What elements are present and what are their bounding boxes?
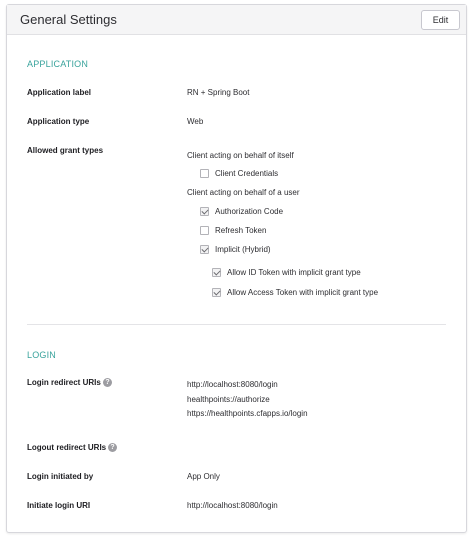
allow-id-token-option[interactable]: Allow ID Token with implicit grant type xyxy=(212,266,361,278)
client-credentials-checkbox[interactable] xyxy=(200,168,209,178)
redirect-uri-2: healthpoints://authorize xyxy=(187,395,270,404)
allow-id-token-label: Allow ID Token with implicit grant type xyxy=(227,267,361,277)
application-section-title: APPLICATION xyxy=(27,59,89,69)
section-divider xyxy=(27,324,446,325)
group-user-label: Client acting on behalf of a user xyxy=(187,188,300,197)
client-credentials-option[interactable]: Client Credentials xyxy=(200,167,278,179)
authorization-code-checkbox[interactable] xyxy=(200,206,209,216)
login-section-title: LOGIN xyxy=(27,350,57,360)
allow-access-token-checkbox[interactable] xyxy=(212,287,221,297)
allow-access-token-label: Allow Access Token with implicit grant t… xyxy=(227,287,379,297)
implicit-hybrid-option[interactable]: Implicit (Hybrid) xyxy=(200,243,271,255)
application-type-value: Web xyxy=(187,117,204,126)
initiate-login-uri-value: http://localhost:8080/login xyxy=(187,501,278,510)
client-credentials-label: Client Credentials xyxy=(215,168,279,178)
login-initiated-by-label: Login initiated by xyxy=(27,472,94,481)
login-redirect-uris-label: Login redirect URIs xyxy=(27,378,101,387)
redirect-uri-1: http://localhost:8080/login xyxy=(187,380,278,389)
redirect-uri-3: https://healthpoints.cfapps.io/login xyxy=(187,409,308,418)
general-settings-panel: General Settings Edit APPLICATION Applic… xyxy=(6,4,467,533)
allow-id-token-checkbox[interactable] xyxy=(212,267,221,277)
authorization-code-option[interactable]: Authorization Code xyxy=(200,205,283,217)
refresh-token-option[interactable]: Refresh Token xyxy=(200,224,266,236)
allow-access-token-option[interactable]: Allow Access Token with implicit grant t… xyxy=(212,286,378,298)
logout-redirect-help-icon[interactable]: ? xyxy=(108,443,117,452)
refresh-token-label: Refresh Token xyxy=(215,225,267,235)
logout-redirect-uris-label: Logout redirect URIs xyxy=(27,443,107,452)
implicit-hybrid-checkbox[interactable] xyxy=(200,244,209,254)
login-initiated-by-value: App Only xyxy=(187,472,220,481)
authorization-code-label: Authorization Code xyxy=(215,206,284,216)
application-label-label: Application label xyxy=(27,88,92,97)
initiate-login-uri-label: Initiate login URI xyxy=(27,501,91,510)
allowed-grant-types-label: Allowed grant types xyxy=(27,146,104,155)
application-type-label: Application type xyxy=(27,117,90,126)
edit-button[interactable]: Edit xyxy=(421,10,460,30)
panel-title: General Settings xyxy=(20,12,117,27)
login-redirect-help-icon[interactable]: ? xyxy=(103,378,112,387)
group-self-label: Client acting on behalf of itself xyxy=(187,151,294,160)
refresh-token-checkbox[interactable] xyxy=(200,225,209,235)
application-label-value: RN + Spring Boot xyxy=(187,88,250,97)
panel-header: General Settings Edit xyxy=(7,5,466,35)
implicit-hybrid-label: Implicit (Hybrid) xyxy=(215,244,271,254)
